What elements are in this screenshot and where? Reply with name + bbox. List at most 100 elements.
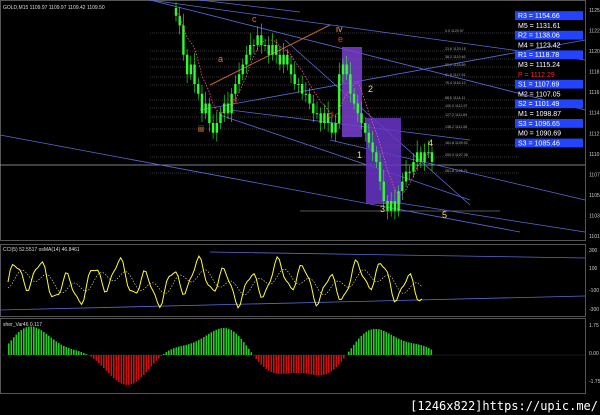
hist-bar bbox=[230, 329, 233, 355]
hist-bar bbox=[365, 331, 368, 355]
hist-bar bbox=[303, 355, 305, 374]
hist-bar bbox=[340, 355, 343, 362]
candle-body bbox=[274, 45, 278, 55]
cci-line bbox=[7, 255, 423, 309]
hist-bar bbox=[105, 355, 108, 371]
hist-bar bbox=[75, 350, 78, 355]
hist-bar bbox=[420, 345, 423, 355]
hist-bar bbox=[120, 355, 123, 384]
candle-body bbox=[249, 45, 252, 55]
hist-bar bbox=[353, 344, 355, 355]
hist-bar bbox=[265, 355, 268, 370]
hist-bar bbox=[208, 333, 210, 355]
hist-bar bbox=[268, 355, 270, 371]
candle-body bbox=[293, 74, 296, 84]
hist-bar bbox=[423, 345, 425, 355]
hist-bar bbox=[410, 342, 413, 355]
candle-body bbox=[319, 113, 322, 123]
hist-bar bbox=[205, 335, 208, 355]
candle-body bbox=[364, 123, 367, 133]
hist-bar bbox=[305, 355, 308, 374]
hist-bar bbox=[23, 328, 25, 355]
hist-bar bbox=[165, 352, 168, 355]
hist-bar bbox=[425, 346, 428, 355]
hist-bar bbox=[190, 343, 193, 355]
candle-body bbox=[193, 64, 196, 84]
candle-body bbox=[427, 152, 430, 154]
pivot-label: R2 = 1138.06 bbox=[518, 33, 560, 40]
hist-bar bbox=[143, 355, 145, 376]
candle-body bbox=[330, 123, 334, 133]
highlight-box bbox=[342, 47, 362, 137]
hist-bar bbox=[163, 353, 165, 355]
hist-bar bbox=[38, 328, 40, 355]
hist-bar bbox=[363, 333, 365, 355]
candle-body bbox=[289, 64, 293, 75]
hist-bar bbox=[245, 345, 248, 355]
hist-bar bbox=[70, 348, 73, 355]
hist-bar bbox=[73, 349, 75, 355]
hist-bar bbox=[350, 348, 353, 355]
hist-bar bbox=[413, 343, 415, 355]
hist-bar bbox=[330, 355, 333, 372]
hist-bar bbox=[368, 330, 370, 355]
hist-bar bbox=[263, 355, 265, 368]
osc-y-label: 300 bbox=[589, 248, 598, 254]
y-axis-tick-label: 1116 bbox=[589, 90, 600, 96]
candle-body bbox=[234, 84, 237, 94]
fib-level-label: 76.4 1116.13 bbox=[445, 81, 465, 85]
oscillator-title: CCI(5) 52.5517 osMA(14) 46.8461 bbox=[3, 247, 80, 253]
chart-window: GOLD,M15 1109.97 1109.97 1109.42 1109.50… bbox=[0, 0, 600, 415]
wave-label-w2: 2 bbox=[368, 84, 373, 94]
hist-bar bbox=[288, 355, 290, 374]
hist-bar bbox=[260, 355, 263, 365]
hist-bar bbox=[138, 355, 140, 380]
wave-label-w3: 3 bbox=[380, 204, 385, 214]
candle-body bbox=[237, 74, 241, 84]
hist-bar bbox=[320, 355, 323, 376]
candle-body bbox=[341, 64, 345, 75]
candle-body bbox=[252, 45, 256, 46]
hist-bar bbox=[405, 341, 408, 355]
candle-body bbox=[226, 103, 230, 114]
y-axis-tick-label: 1103 bbox=[589, 213, 600, 219]
hist-bar bbox=[118, 355, 120, 383]
hist-y-label: 0.00 bbox=[589, 351, 599, 357]
hist-bar bbox=[28, 326, 30, 355]
candle-body bbox=[349, 74, 352, 94]
hist-bar bbox=[360, 335, 363, 355]
candle-body bbox=[300, 84, 304, 94]
candle-body bbox=[185, 54, 189, 75]
wave-label-e: e bbox=[338, 34, 343, 44]
hist-bar bbox=[233, 331, 235, 355]
hist-bar bbox=[220, 328, 223, 355]
pivot-label: S1 = 1107.69 bbox=[518, 82, 559, 89]
wave-label-c: c bbox=[252, 14, 257, 24]
y-axis-tick-label: 1101 bbox=[589, 234, 600, 240]
candle-body bbox=[215, 123, 219, 133]
hist-bar bbox=[90, 355, 93, 357]
hist-bar bbox=[170, 349, 173, 355]
hist-bar bbox=[315, 355, 318, 376]
osc-y-label: -100 bbox=[589, 288, 599, 294]
hist-bar bbox=[258, 355, 260, 362]
hist-bar bbox=[225, 328, 228, 355]
chart-header-symbol: GOLD,M15 1109.97 1109.97 1109.42 1109.50 bbox=[3, 5, 105, 11]
chart-canvas: GOLD,M15 1109.97 1109.97 1109.42 1109.50… bbox=[0, 0, 600, 394]
hist-bar bbox=[128, 355, 130, 385]
hist-bar bbox=[185, 344, 188, 355]
hist-bar bbox=[398, 338, 400, 355]
hist-bar bbox=[8, 343, 10, 355]
hist-bar bbox=[110, 355, 113, 376]
candle-body bbox=[308, 93, 311, 104]
hist-bar bbox=[133, 355, 135, 384]
hist-bar bbox=[173, 348, 175, 355]
hist-bar bbox=[395, 337, 398, 355]
pivot-label: R3 = 1154.66 bbox=[518, 13, 560, 20]
hist-bar bbox=[180, 346, 183, 355]
hist-bar bbox=[25, 327, 28, 355]
footer-watermark: [1246x822]https://upic.me/ bbox=[410, 399, 598, 413]
hist-bar bbox=[293, 355, 295, 374]
candle-body bbox=[197, 84, 200, 94]
hist-bar bbox=[348, 351, 350, 355]
